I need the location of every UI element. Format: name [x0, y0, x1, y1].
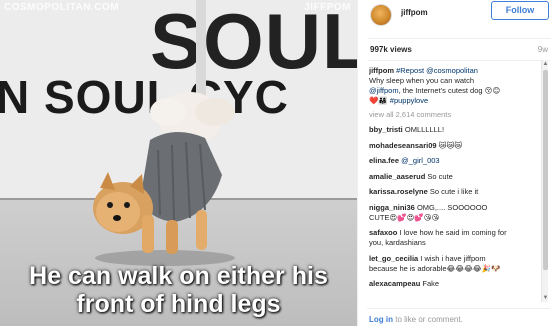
video-caption-line-1: He can walk on either his [29, 262, 328, 290]
footer-divider [367, 308, 550, 309]
watermark-right: JIFFPOM [304, 2, 351, 13]
post-age[interactable]: 9w [538, 45, 548, 54]
comment-item: bby_tristi OMLLLLLL! [369, 125, 547, 135]
header-divider [368, 38, 551, 39]
post-username[interactable]: jiffpom [401, 8, 428, 17]
login-link[interactable]: Log in [369, 315, 393, 324]
comment-text: OMG,.... SOOOOOO [416, 202, 488, 212]
view-all-comments-link[interactable]: view all 2,614 comments [369, 110, 547, 120]
caption-tags[interactable]: #Repost @cosmopolitan [396, 66, 478, 75]
comment-item: elina.fee @_girl_003 [369, 156, 547, 166]
video-caption-line-2: front of hind legs [76, 290, 281, 318]
comment-text: I wish i have jiffpom [420, 253, 486, 263]
comment-text: So cute i like it [429, 187, 479, 196]
caption-hashtag[interactable]: #puppylove [390, 96, 428, 105]
comment-username[interactable]: elina.fee [369, 156, 399, 165]
comment-item: nigga_nini36 OMG,.... SOOOOOO [369, 203, 547, 213]
comments-list: jiffpom #Repost @cosmopolitan Why sleep … [369, 66, 547, 306]
caption-line-3-text: , the Internet's cutest dog 😚😊 [398, 86, 501, 95]
comment-continuation: because he is adorable😂😂😂😂🎉🐶 [369, 263, 501, 273]
comment-text: I love how he said im coming for [399, 228, 507, 237]
comment-text: OMLLLLLL! [404, 125, 445, 134]
login-prompt: Log in to like or comment. [369, 315, 463, 324]
caption-line-4: ❤️👨‍👩‍👧 #puppylove [369, 96, 547, 106]
caption-username[interactable]: jiffpom [369, 66, 394, 75]
comment-item: alexacampeau Fake [369, 279, 547, 289]
caption-line-1: jiffpom #Repost @cosmopolitan [369, 66, 547, 76]
comment-item: amalie_aaserud So cute [369, 172, 547, 182]
comment-username[interactable]: bby_tristi [369, 125, 403, 134]
comment-continuation: CUTE😍💕😍💕😘😘 [369, 212, 440, 222]
comment-username[interactable]: karissa.roselyne [369, 187, 428, 196]
comment-username[interactable]: alexacampeau [369, 279, 420, 288]
caption-line-2: Why sleep when you can watch [369, 76, 475, 85]
view-count: 997k views [370, 45, 412, 54]
comment-text: Fake [422, 279, 440, 288]
comment-username[interactable]: mohadeseansari09 [369, 141, 437, 150]
comment-username[interactable]: amalie_aaserud [369, 172, 425, 181]
comment-mention[interactable]: @_girl_003 [401, 156, 439, 165]
post-header: jiffpom Follow [358, 0, 560, 38]
avatar[interactable] [370, 4, 392, 26]
caption-mention[interactable]: @jiffpom [369, 86, 399, 95]
comment-username[interactable]: nigga_nini36 [369, 203, 415, 212]
post-caption: jiffpom #Repost @cosmopolitan Why sleep … [369, 66, 547, 106]
comments-scrollbar[interactable]: ▲ ▼ [541, 60, 548, 302]
watermark-left: COSMOPOLITAN.COM [4, 2, 120, 13]
comment-text: 😿😿😿 [438, 140, 463, 150]
scroll-thumb[interactable] [543, 70, 548, 270]
comment-continuation: you, kardashians [369, 238, 426, 247]
comment-item: safaxoo I love how he said im coming for [369, 228, 547, 238]
comment-text: So cute [427, 171, 453, 181]
video-caption: He can walk on either his front of hind … [0, 262, 357, 318]
login-prompt-text: to like or comment. [393, 315, 463, 324]
comment-item: karissa.roselyne So cute i like it [369, 187, 547, 197]
caption-line-3: @jiffpom, the Internet's cutest dog 😚😊 [369, 86, 547, 96]
caption-emoji: ❤️👨‍👩‍👧 [369, 96, 388, 105]
video-player[interactable]: SOUL S N SOUL CYC COSMOPOLITAN.COM JIFFP… [0, 0, 357, 326]
comment-username[interactable]: safaxoo [369, 228, 397, 237]
stats-divider [368, 60, 551, 61]
comment-item: mohadeseansari09 😿😿😿 [369, 141, 547, 151]
scroll-down-arrow-icon[interactable]: ▼ [542, 294, 549, 302]
scroll-up-arrow-icon[interactable]: ▲ [542, 60, 549, 68]
comment-username[interactable]: let_go_cecilia [369, 254, 418, 263]
comment-item: let_go_cecilia I wish i have jiffpom [369, 254, 547, 264]
follow-button[interactable]: Follow [491, 1, 549, 20]
